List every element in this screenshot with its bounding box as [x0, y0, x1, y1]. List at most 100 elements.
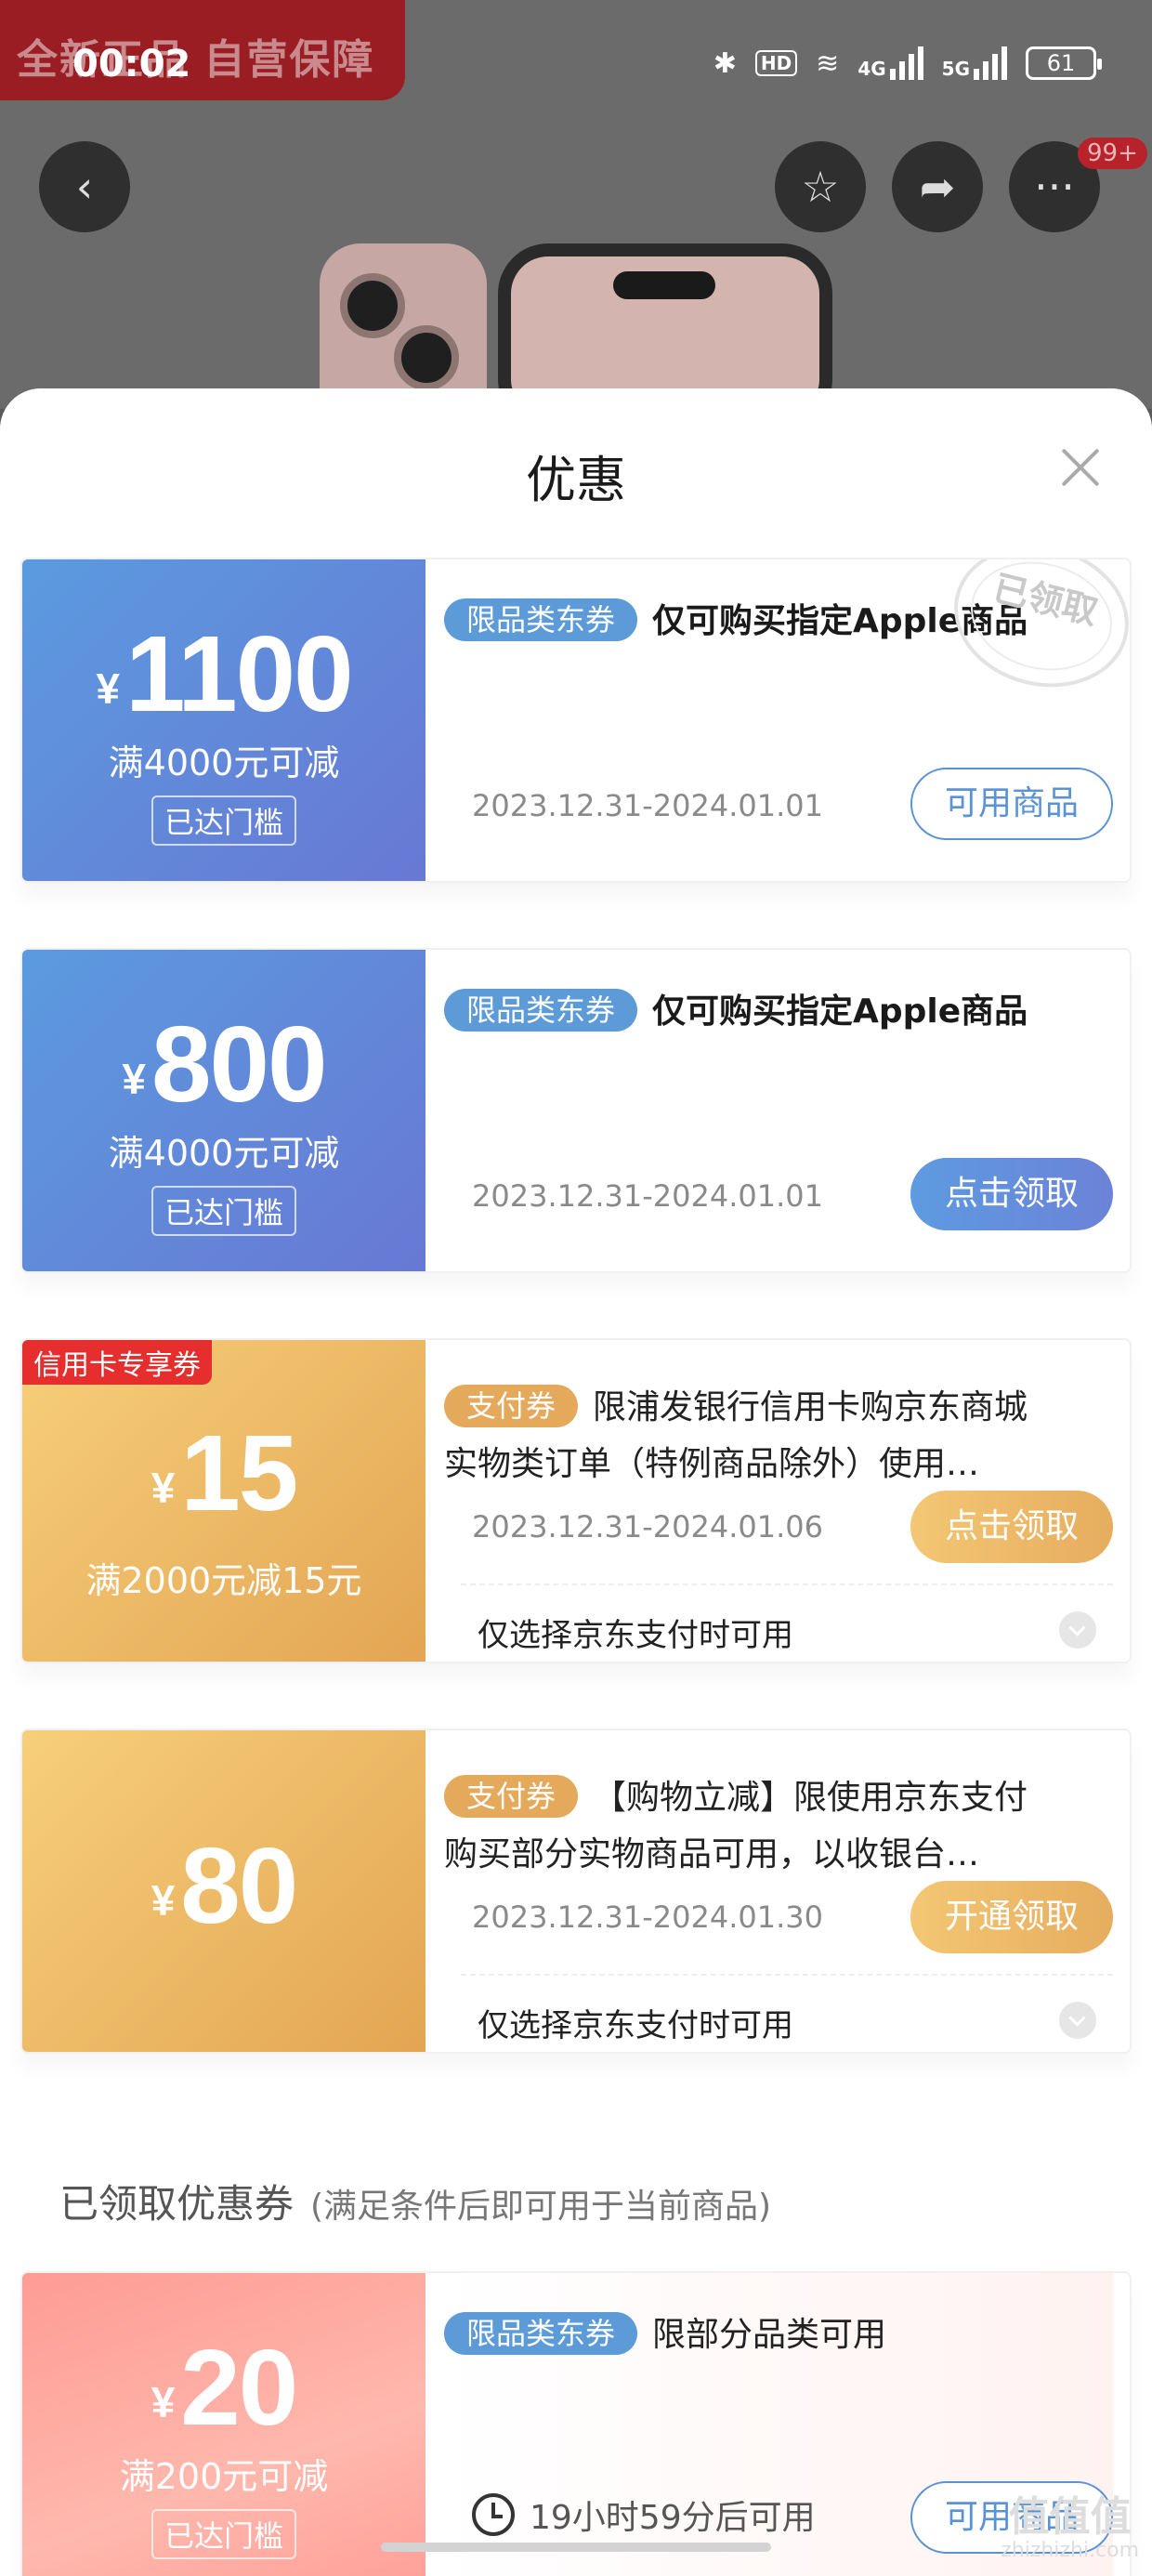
coupon-stub: ¥1100 满4000元可减 已达门槛 [22, 559, 425, 881]
status-time: 00:02 [72, 43, 191, 85]
coupon-desc: 【购物立减】限使用京东支付 [593, 1779, 1028, 1817]
threshold-badge: 已达门槛 [151, 1186, 297, 1236]
signal-5g-icon: 5G [942, 46, 1007, 80]
coupon-date: 2023.12.31-2024.01.01 [472, 788, 823, 823]
sheet-title: 优惠 [526, 451, 626, 509]
received-section-title: 已领取优惠券 (满足条件后即可用于当前商品) [59, 2173, 771, 2229]
currency-symbol: ¥ [96, 664, 120, 713]
countdown: 19小时59分后可用 [472, 2491, 816, 2539]
chevron-left-icon: ‹ [75, 162, 94, 212]
coupon-condition: 满200元可减 [119, 2456, 329, 2497]
coupon-desc-line: 支付券 限浦发银行信用卡购京东商城 [444, 1381, 1113, 1435]
coupon-card: 信用卡专享券 ¥15 满2000元减15元 支付券 限浦发银行信用卡购京东商城 实… [20, 1338, 1132, 1663]
coupon-type-tag: 限品类东券 [444, 598, 638, 641]
currency-symbol: ¥ [151, 1876, 176, 1925]
countdown-text: 19小时59分后可用 [530, 2499, 816, 2537]
home-indicator[interactable] [381, 2543, 771, 2552]
clock-icon [472, 2493, 515, 2536]
dashed-divider [461, 1974, 1113, 1976]
coupon-desc-continued: 购买部分实物商品可用，以收银台结算... [444, 1835, 1001, 1873]
share-icon: ➦ [919, 162, 956, 212]
received-subtitle: (满足条件后即可用于当前商品) [310, 2188, 772, 2226]
coupon-amount: ¥15 [22, 1411, 425, 1535]
claim-button[interactable]: 点击领取 [910, 1158, 1113, 1230]
coupon-amount: ¥800 [22, 1002, 425, 1126]
coupon-date: 2023.12.31-2024.01.06 [472, 1509, 823, 1544]
coupon-desc-line: 限品类东券 限部分品类可用 [444, 2308, 1113, 2362]
coupon-amount: ¥20 [22, 2325, 425, 2450]
coupon-condition: 满4000元可减 [108, 743, 340, 783]
signal-4g-label: 4G [857, 58, 886, 80]
coupon-stub: ¥800 满4000元可减 已达门槛 [22, 950, 425, 1271]
coupon-condition: 满4000元可减 [108, 1133, 340, 1174]
payment-note: 仅选择京东支付时可用 [478, 2007, 793, 2044]
camera-lens [340, 273, 405, 338]
coupon-card: ¥1100 满4000元可减 已达门槛 限品类东券 仅可购买指定Apple商品 2… [20, 558, 1132, 883]
dynamic-island [613, 271, 715, 299]
coupon-amount: ¥80 [22, 1823, 425, 1948]
battery-icon: 61 [1026, 46, 1102, 80]
currency-symbol: ¥ [151, 2378, 176, 2426]
watermark-text: 值值值 [1008, 2493, 1132, 2541]
threshold-badge: 已达门槛 [151, 795, 297, 846]
coupon-stub: ¥15 满2000元减15元 [22, 1340, 425, 1662]
signal-5g-label: 5G [941, 58, 970, 80]
chevron-down-icon[interactable] [1059, 2002, 1096, 2039]
sheet-body: ¥1100 满4000元可减 已达门槛 限品类东券 仅可购买指定Apple商品 2… [0, 526, 1152, 2576]
coupon-type-tag: 限品类东券 [444, 2312, 638, 2355]
activate-claim-button[interactable]: 开通领取 [910, 1881, 1113, 1953]
amount-value: 800 [151, 1004, 328, 1124]
coupon-amount: ¥1100 [22, 611, 425, 736]
credit-card-exclusive-tag: 信用卡专享券 [22, 1340, 212, 1385]
coupon-card: ¥20 满200元可减 已达门槛 限品类东券 限部分品类可用 19小时59分后可用… [20, 2271, 1132, 2576]
more-dots-icon: ··· [1034, 162, 1075, 212]
coupon-info: 限品类东券 仅可购买指定Apple商品 2023.12.31-2024.01.01… [444, 559, 1130, 881]
coupon-stub: ¥20 满200元可减 已达门槛 [22, 2273, 425, 2576]
coupon-condition: 满2000元减15元 [85, 1560, 362, 1601]
coupon-desc-continued: 实物类订单（特例商品除外）使用，仅... [444, 1445, 1001, 1483]
watermark: 值值值 zhizhizhi.com [1001, 2496, 1139, 2563]
coupon-card: ¥800 满4000元可减 已达门槛 限品类东券 仅可购买指定Apple商品 20… [20, 948, 1132, 1273]
coupon-desc-line: 支付券 【购物立减】限使用京东支付 [444, 1771, 1113, 1825]
coupon-stub: ¥80 [22, 1730, 425, 2052]
amount-value: 15 [180, 1413, 298, 1533]
received-title-text: 已领取优惠券 [59, 2181, 295, 2227]
product-image-front [498, 243, 832, 409]
amount-value: 20 [180, 2327, 298, 2448]
coupon-type-tag: 支付券 [444, 1775, 579, 1818]
wifi-icon: ≋ [816, 46, 840, 80]
bluetooth-icon: ✱ [713, 46, 737, 80]
status-icons: ✱ HD ≋ 4G 5G 61 [713, 46, 1102, 80]
coupon-desc: 限浦发银行信用卡购京东商城 [593, 1388, 1028, 1426]
coupon-desc: 限部分品类可用 [652, 2316, 887, 2354]
notification-badge: 99+ [1078, 138, 1147, 169]
chevron-down-icon[interactable] [1059, 1611, 1096, 1649]
watermark-url: zhizhizhi.com [1001, 2539, 1139, 2562]
coupon-info: 支付券 【购物立减】限使用京东支付 购买部分实物商品可用，以收银台结算... 20… [444, 1730, 1113, 2052]
back-button[interactable]: ‹ [39, 141, 130, 232]
payment-note: 仅选择京东支付时可用 [478, 1617, 793, 1654]
coupon-date: 2023.12.31-2024.01.30 [472, 1899, 823, 1935]
product-page-background: 全新正品 自营保障 00:02 ✱ HD ≋ 4G 5G 61 ‹ ☆ ➦ ··… [0, 0, 1152, 409]
available-products-button[interactable]: 可用商品 [910, 768, 1113, 840]
camera-lens [394, 325, 459, 390]
product-image-back [320, 243, 487, 409]
share-button[interactable]: ➦ [892, 141, 983, 232]
coupon-type-tag: 限品类东券 [444, 989, 638, 1032]
promo-banner: 全新正品 自营保障 [0, 0, 405, 100]
coupon-date: 2023.12.31-2024.01.01 [472, 1178, 823, 1214]
dashed-divider [461, 1584, 1113, 1585]
claim-button[interactable]: 点击领取 [910, 1491, 1113, 1563]
coupon-desc: 仅可购买指定Apple商品 [652, 992, 1028, 1031]
coupon-sheet: 优惠 ¥1100 满4000元可减 已达门槛 限品类东券 仅可购买指定Apple商… [0, 388, 1152, 2576]
favorite-button[interactable]: ☆ [775, 141, 866, 232]
threshold-badge: 已达门槛 [151, 2509, 297, 2559]
hd-icon: HD [754, 50, 798, 76]
amount-value: 1100 [124, 613, 354, 734]
coupon-type-tag: 支付券 [444, 1385, 579, 1427]
currency-symbol: ¥ [122, 1055, 147, 1103]
coupon-info: 支付券 限浦发银行信用卡购京东商城 实物类订单（特例商品除外）使用，仅... 20… [444, 1340, 1113, 1662]
received-stamp: 已领取 [938, 559, 1130, 705]
star-icon: ☆ [801, 162, 840, 212]
close-icon[interactable] [1059, 446, 1102, 489]
